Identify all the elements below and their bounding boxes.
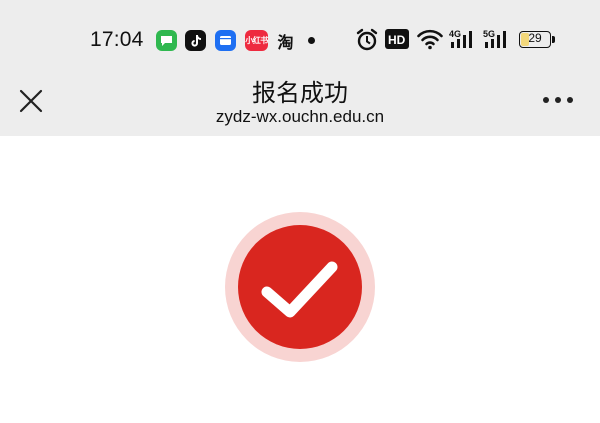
battery-percentage: 29: [528, 31, 542, 45]
battery-tip: [552, 36, 555, 43]
status-bar: 17:04 小红书 淘 HD 4G 5G 29: [0, 0, 600, 82]
files-icon: [215, 30, 236, 51]
messages-icon: [156, 30, 177, 51]
success-check-icon: [225, 212, 375, 362]
hd-label: HD: [388, 33, 406, 47]
hd-icon: HD: [385, 29, 409, 49]
taobao-icon: 淘: [277, 32, 294, 52]
cellular-4g-icon: 4G: [449, 29, 472, 48]
cellular-5g-icon: 5G: [483, 29, 506, 48]
wifi-icon: [417, 29, 443, 50]
tiktok-icon: [185, 30, 206, 51]
status-time: 17:04: [90, 28, 144, 51]
success-circle: [238, 225, 362, 349]
alarm-icon: [356, 28, 378, 51]
more-notifications-dot: [308, 37, 315, 44]
battery-icon: 29: [519, 31, 551, 48]
more-options-button[interactable]: [540, 90, 576, 110]
more-icon: [543, 97, 573, 103]
page-title: 报名成功: [252, 79, 348, 107]
page-url: zydz-wx.ouchn.edu.cn: [215, 107, 385, 126]
network-5g-label: 5G: [483, 29, 495, 39]
xiaohongshu-icon: 小红书: [245, 30, 268, 51]
network-4g-label: 4G: [449, 29, 461, 39]
